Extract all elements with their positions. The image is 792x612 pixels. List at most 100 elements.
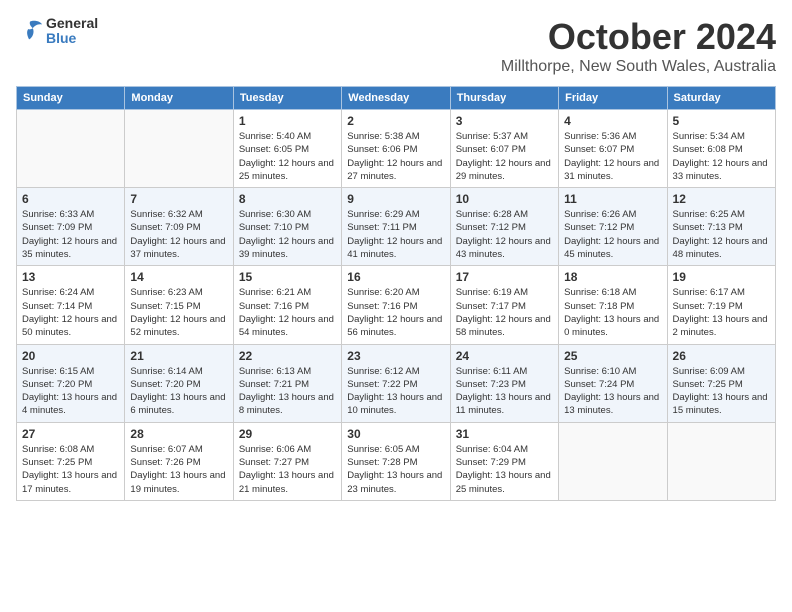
calendar-week-3: 13Sunrise: 6:24 AM Sunset: 7:14 PM Dayli… <box>17 266 776 344</box>
day-info: Sunrise: 6:05 AM Sunset: 7:28 PM Dayligh… <box>347 443 444 496</box>
calendar-table: SundayMondayTuesdayWednesdayThursdayFrid… <box>16 86 776 501</box>
calendar-cell: 30 Sunrise: 6:05 AM Sunset: 7:28 PM Dayli… <box>342 422 450 500</box>
day-info: Sunrise: 6:06 AM Sunset: 7:27 PM Dayligh… <box>239 443 336 496</box>
day-number: 12 <box>673 192 770 206</box>
calendar-cell: 14Sunrise: 6:23 AM Sunset: 7:15 PM Dayli… <box>125 266 233 344</box>
day-number: 28 <box>130 427 227 441</box>
calendar-cell: 8 Sunrise: 6:30 AM Sunset: 7:10 PM Daylig… <box>233 188 341 266</box>
day-number: 1 <box>239 114 336 128</box>
day-info: Sunrise: 6:33 AM Sunset: 7:09 PM Dayligh… <box>22 208 119 261</box>
day-info: Sunrise: 6:04 AM Sunset: 7:29 PM Dayligh… <box>456 443 553 496</box>
day-number: 23 <box>347 349 444 363</box>
calendar-cell: 22 Sunrise: 6:13 AM Sunset: 7:21 PM Dayli… <box>233 344 341 422</box>
day-info: Sunrise: 6:25 AM Sunset: 7:13 PM Dayligh… <box>673 208 770 261</box>
day-info: Sunrise: 6:24 AM Sunset: 7:14 PM Dayligh… <box>22 286 119 339</box>
calendar-cell: 28 Sunrise: 6:07 AM Sunset: 7:26 PM Dayli… <box>125 422 233 500</box>
location-title: Millthorpe, New South Wales, Australia <box>501 58 776 76</box>
header-friday: Friday <box>559 87 667 110</box>
day-info: Sunrise: 6:26 AM Sunset: 7:12 PM Dayligh… <box>564 208 661 261</box>
day-info: Sunrise: 6:32 AM Sunset: 7:09 PM Dayligh… <box>130 208 227 261</box>
calendar-cell: 15 Sunrise: 6:21 AM Sunset: 7:16 PM Dayli… <box>233 266 341 344</box>
day-info: Sunrise: 5:37 AM Sunset: 6:07 PM Dayligh… <box>456 130 553 183</box>
calendar-cell: 25Sunrise: 6:10 AM Sunset: 7:24 PM Dayli… <box>559 344 667 422</box>
calendar-cell <box>559 422 667 500</box>
logo: General Blue <box>16 16 98 47</box>
title-section: October 2024 Millthorpe, New South Wales… <box>501 16 776 76</box>
day-info: Sunrise: 6:13 AM Sunset: 7:21 PM Dayligh… <box>239 365 336 418</box>
day-info: Sunrise: 6:08 AM Sunset: 7:25 PM Dayligh… <box>22 443 119 496</box>
day-number: 27 <box>22 427 119 441</box>
day-info: Sunrise: 6:10 AM Sunset: 7:24 PM Dayligh… <box>564 365 661 418</box>
calendar-cell: 29 Sunrise: 6:06 AM Sunset: 7:27 PM Dayli… <box>233 422 341 500</box>
calendar-cell: 9 Sunrise: 6:29 AM Sunset: 7:11 PM Daylig… <box>342 188 450 266</box>
month-title: October 2024 <box>501 16 776 58</box>
calendar-cell: 20 Sunrise: 6:15 AM Sunset: 7:20 PM Dayli… <box>17 344 125 422</box>
calendar-cell: 11 Sunrise: 6:26 AM Sunset: 7:12 PM Dayli… <box>559 188 667 266</box>
day-number: 16 <box>347 270 444 284</box>
day-number: 30 <box>347 427 444 441</box>
day-info: Sunrise: 6:28 AM Sunset: 7:12 PM Dayligh… <box>456 208 553 261</box>
day-number: 26 <box>673 349 770 363</box>
header-saturday: Saturday <box>667 87 775 110</box>
calendar-cell: 18Sunrise: 6:18 AM Sunset: 7:18 PM Dayli… <box>559 266 667 344</box>
calendar-cell: 16 Sunrise: 6:20 AM Sunset: 7:16 PM Dayli… <box>342 266 450 344</box>
calendar-cell <box>17 110 125 188</box>
header-tuesday: Tuesday <box>233 87 341 110</box>
day-info: Sunrise: 6:29 AM Sunset: 7:11 PM Dayligh… <box>347 208 444 261</box>
day-info: Sunrise: 5:36 AM Sunset: 6:07 PM Dayligh… <box>564 130 661 183</box>
day-number: 15 <box>239 270 336 284</box>
calendar-cell: 26 Sunrise: 6:09 AM Sunset: 7:25 PM Dayli… <box>667 344 775 422</box>
logo-bird-icon <box>16 17 44 45</box>
day-info: Sunrise: 6:23 AM Sunset: 7:15 PM Dayligh… <box>130 286 227 339</box>
calendar-cell <box>667 422 775 500</box>
day-number: 5 <box>673 114 770 128</box>
header-sunday: Sunday <box>17 87 125 110</box>
day-number: 6 <box>22 192 119 206</box>
calendar-cell: 12 Sunrise: 6:25 AM Sunset: 7:13 PM Dayli… <box>667 188 775 266</box>
day-info: Sunrise: 5:34 AM Sunset: 6:08 PM Dayligh… <box>673 130 770 183</box>
day-info: Sunrise: 5:40 AM Sunset: 6:05 PM Dayligh… <box>239 130 336 183</box>
header-wednesday: Wednesday <box>342 87 450 110</box>
day-number: 4 <box>564 114 661 128</box>
calendar-cell: 27 Sunrise: 6:08 AM Sunset: 7:25 PM Dayli… <box>17 422 125 500</box>
day-info: Sunrise: 6:11 AM Sunset: 7:23 PM Dayligh… <box>456 365 553 418</box>
calendar-header-row: SundayMondayTuesdayWednesdayThursdayFrid… <box>17 87 776 110</box>
calendar-cell: 17Sunrise: 6:19 AM Sunset: 7:17 PM Dayli… <box>450 266 558 344</box>
calendar-week-4: 20 Sunrise: 6:15 AM Sunset: 7:20 PM Dayli… <box>17 344 776 422</box>
page-header: General Blue October 2024 Millthorpe, Ne… <box>16 16 776 76</box>
day-info: Sunrise: 6:18 AM Sunset: 7:18 PM Dayligh… <box>564 286 661 339</box>
calendar-cell: 2 Sunrise: 5:38 AM Sunset: 6:06 PM Daylig… <box>342 110 450 188</box>
day-info: Sunrise: 6:14 AM Sunset: 7:20 PM Dayligh… <box>130 365 227 418</box>
day-info: Sunrise: 6:20 AM Sunset: 7:16 PM Dayligh… <box>347 286 444 339</box>
day-number: 21 <box>130 349 227 363</box>
calendar-cell: 5 Sunrise: 5:34 AM Sunset: 6:08 PM Daylig… <box>667 110 775 188</box>
day-number: 22 <box>239 349 336 363</box>
calendar-cell: 6 Sunrise: 6:33 AM Sunset: 7:09 PM Daylig… <box>17 188 125 266</box>
day-number: 31 <box>456 427 553 441</box>
day-number: 9 <box>347 192 444 206</box>
calendar-cell: 13Sunrise: 6:24 AM Sunset: 7:14 PM Dayli… <box>17 266 125 344</box>
day-number: 19 <box>673 270 770 284</box>
day-info: Sunrise: 6:09 AM Sunset: 7:25 PM Dayligh… <box>673 365 770 418</box>
calendar-cell <box>125 110 233 188</box>
calendar-week-1: 1 Sunrise: 5:40 AM Sunset: 6:05 PM Daylig… <box>17 110 776 188</box>
day-number: 11 <box>564 192 661 206</box>
day-info: Sunrise: 6:17 AM Sunset: 7:19 PM Dayligh… <box>673 286 770 339</box>
calendar-cell: 19 Sunrise: 6:17 AM Sunset: 7:19 PM Dayli… <box>667 266 775 344</box>
day-number: 20 <box>22 349 119 363</box>
day-number: 8 <box>239 192 336 206</box>
day-info: Sunrise: 6:07 AM Sunset: 7:26 PM Dayligh… <box>130 443 227 496</box>
calendar-cell: 1 Sunrise: 5:40 AM Sunset: 6:05 PM Daylig… <box>233 110 341 188</box>
day-info: Sunrise: 6:30 AM Sunset: 7:10 PM Dayligh… <box>239 208 336 261</box>
day-info: Sunrise: 5:38 AM Sunset: 6:06 PM Dayligh… <box>347 130 444 183</box>
calendar-cell: 3Sunrise: 5:37 AM Sunset: 6:07 PM Daylig… <box>450 110 558 188</box>
day-number: 2 <box>347 114 444 128</box>
day-info: Sunrise: 6:19 AM Sunset: 7:17 PM Dayligh… <box>456 286 553 339</box>
day-info: Sunrise: 6:15 AM Sunset: 7:20 PM Dayligh… <box>22 365 119 418</box>
day-number: 29 <box>239 427 336 441</box>
day-info: Sunrise: 6:21 AM Sunset: 7:16 PM Dayligh… <box>239 286 336 339</box>
logo-text: General Blue <box>46 16 98 47</box>
header-thursday: Thursday <box>450 87 558 110</box>
calendar-cell: 10Sunrise: 6:28 AM Sunset: 7:12 PM Dayli… <box>450 188 558 266</box>
calendar-cell: 21 Sunrise: 6:14 AM Sunset: 7:20 PM Dayli… <box>125 344 233 422</box>
